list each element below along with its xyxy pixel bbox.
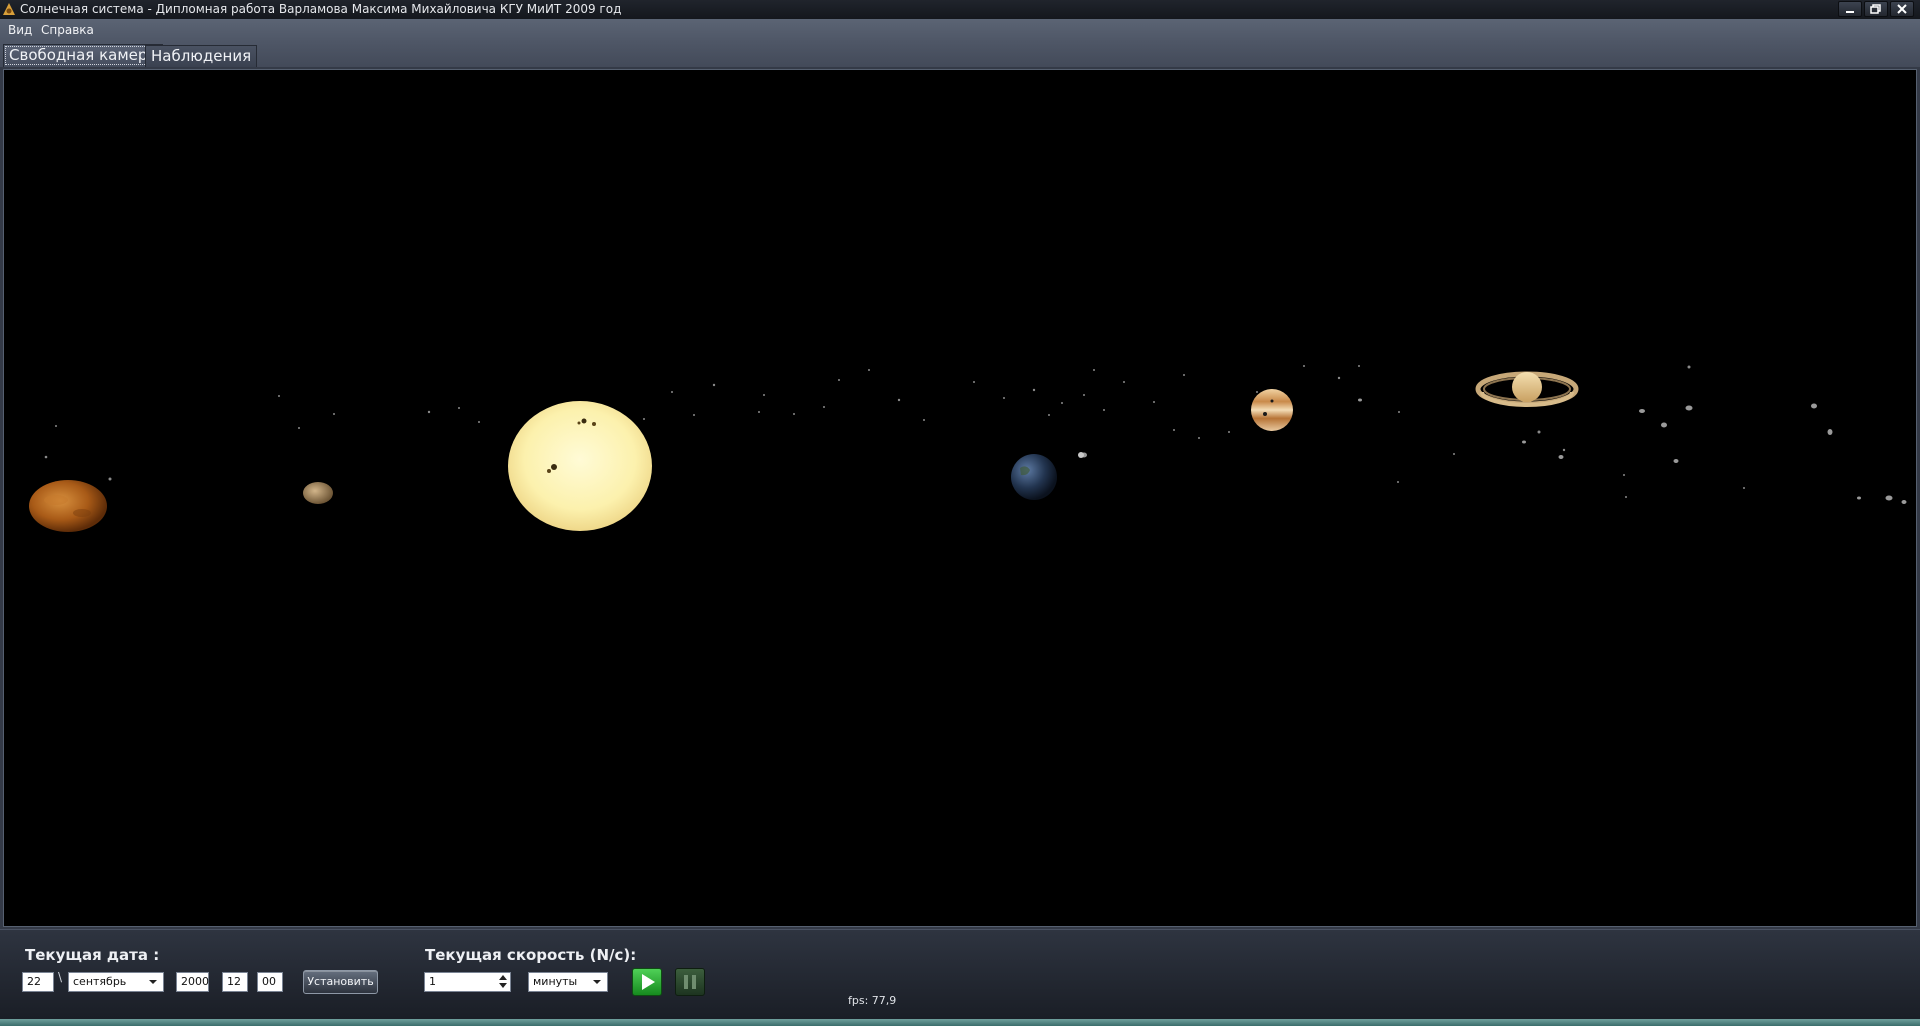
play-button[interactable] xyxy=(632,968,662,996)
planet-earth[interactable] xyxy=(1011,454,1057,500)
speed-unit-select[interactable]: минуты xyxy=(528,972,608,992)
planet-jupiter[interactable] xyxy=(1251,389,1293,431)
title-bar: Солнечная система - Дипломная работа Вар… xyxy=(0,0,1920,19)
pause-button[interactable] xyxy=(675,968,705,996)
hour-field[interactable]: 12 xyxy=(222,972,248,992)
menu-bar: Вид Справка xyxy=(0,19,1920,41)
pause-icon xyxy=(684,975,696,989)
planet-mars[interactable] xyxy=(29,480,107,532)
asteroid-field xyxy=(44,365,1745,498)
app-window: Солнечная система - Дипломная работа Вар… xyxy=(0,0,1920,1026)
window-title: Солнечная система - Дипломная работа Вар… xyxy=(20,2,622,16)
sun[interactable] xyxy=(508,401,652,531)
app-icon xyxy=(3,3,15,15)
planet-saturn[interactable] xyxy=(1475,371,1579,407)
control-panel: Текущая дата : 22 \ сентябрь 2000 12 00 … xyxy=(0,929,1920,1019)
restore-icon[interactable] xyxy=(1864,1,1888,17)
month-select[interactable]: сентябрь xyxy=(68,972,164,992)
menu-item-help[interactable]: Справка xyxy=(38,19,97,41)
asteroid-rocks xyxy=(1081,398,1907,504)
window-controls xyxy=(1838,1,1914,17)
year-field[interactable]: 2000 xyxy=(176,972,209,992)
date-label: Текущая дата : xyxy=(25,946,160,964)
spin-icon[interactable] xyxy=(498,975,508,989)
play-icon xyxy=(642,974,655,990)
scene-canvas xyxy=(29,365,1907,532)
minute-field[interactable]: 00 xyxy=(257,972,283,992)
os-taskbar xyxy=(0,1019,1920,1026)
planet-mercury[interactable] xyxy=(303,482,333,504)
speed-value: 1 xyxy=(429,975,436,988)
month-value: сентябрь xyxy=(73,975,127,988)
viewport-frame xyxy=(0,67,1920,929)
tab-observations[interactable]: Наблюдения xyxy=(145,45,258,67)
set-date-button[interactable]: Установить xyxy=(303,970,378,994)
tab-strip: Свободная камера Наблюдения xyxy=(0,41,1920,67)
moon[interactable] xyxy=(1078,452,1084,458)
menu-item-view[interactable]: Вид xyxy=(5,19,35,41)
minimize-icon[interactable] xyxy=(1838,1,1862,17)
close-icon[interactable] xyxy=(1890,1,1914,17)
fps-readout: fps: 77,9 xyxy=(848,994,897,1007)
speed-label: Текущая скорость (N/с): xyxy=(425,946,637,964)
scene-viewport[interactable] xyxy=(3,69,1917,927)
chevron-down-icon xyxy=(593,980,601,984)
tab-free-camera[interactable]: Свободная камера xyxy=(3,44,163,67)
speed-stepper[interactable]: 1 xyxy=(424,972,511,992)
chevron-down-icon xyxy=(149,980,157,984)
speed-unit-value: минуты xyxy=(533,975,578,988)
day-field[interactable]: 22 xyxy=(22,972,54,992)
date-separator: \ xyxy=(58,970,63,984)
